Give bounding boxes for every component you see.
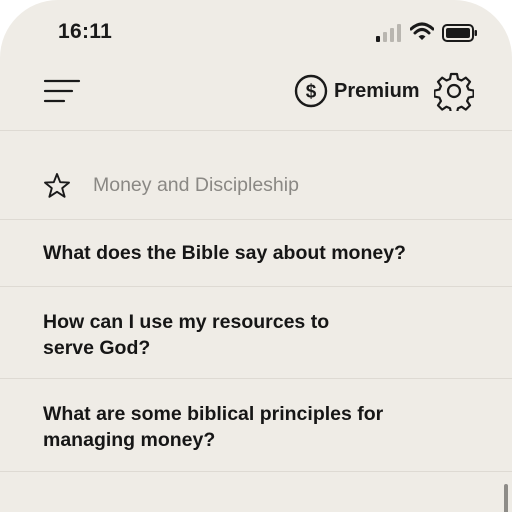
cellular-signal-icon [376,24,401,42]
dollar-circle-icon: $ [294,74,328,108]
hamburger-menu-icon[interactable] [42,76,82,106]
premium-button[interactable]: $ Premium [294,72,420,110]
question-item[interactable]: How can I use my resources to serve God? [0,287,512,379]
section-header[interactable]: Money and Discipleship [0,152,512,220]
premium-label: Premium [334,79,420,102]
question-item[interactable]: What does the Bible say about money? [0,220,512,287]
question-text: How can I use my resources to serve God? [43,311,330,359]
battery-icon [442,24,477,42]
status-bar: 16:11 [0,0,512,64]
svg-text:$: $ [306,82,317,103]
scrollbar[interactable] [504,484,508,512]
star-outline-icon[interactable] [43,172,71,200]
wifi-icon [410,22,434,40]
app-screen: 16:11 $ Premium Money and Discipleship W… [0,0,512,512]
gear-icon[interactable] [434,71,474,111]
status-time: 16:11 [58,20,113,43]
top-toolbar: $ Premium [0,64,512,131]
question-text: What does the Bible say about money? [43,242,406,264]
question-text: What are some biblical principles for ma… [43,403,384,451]
section-title: Money and Discipleship [93,174,299,196]
question-item[interactable]: What are some biblical principles for ma… [0,379,512,472]
